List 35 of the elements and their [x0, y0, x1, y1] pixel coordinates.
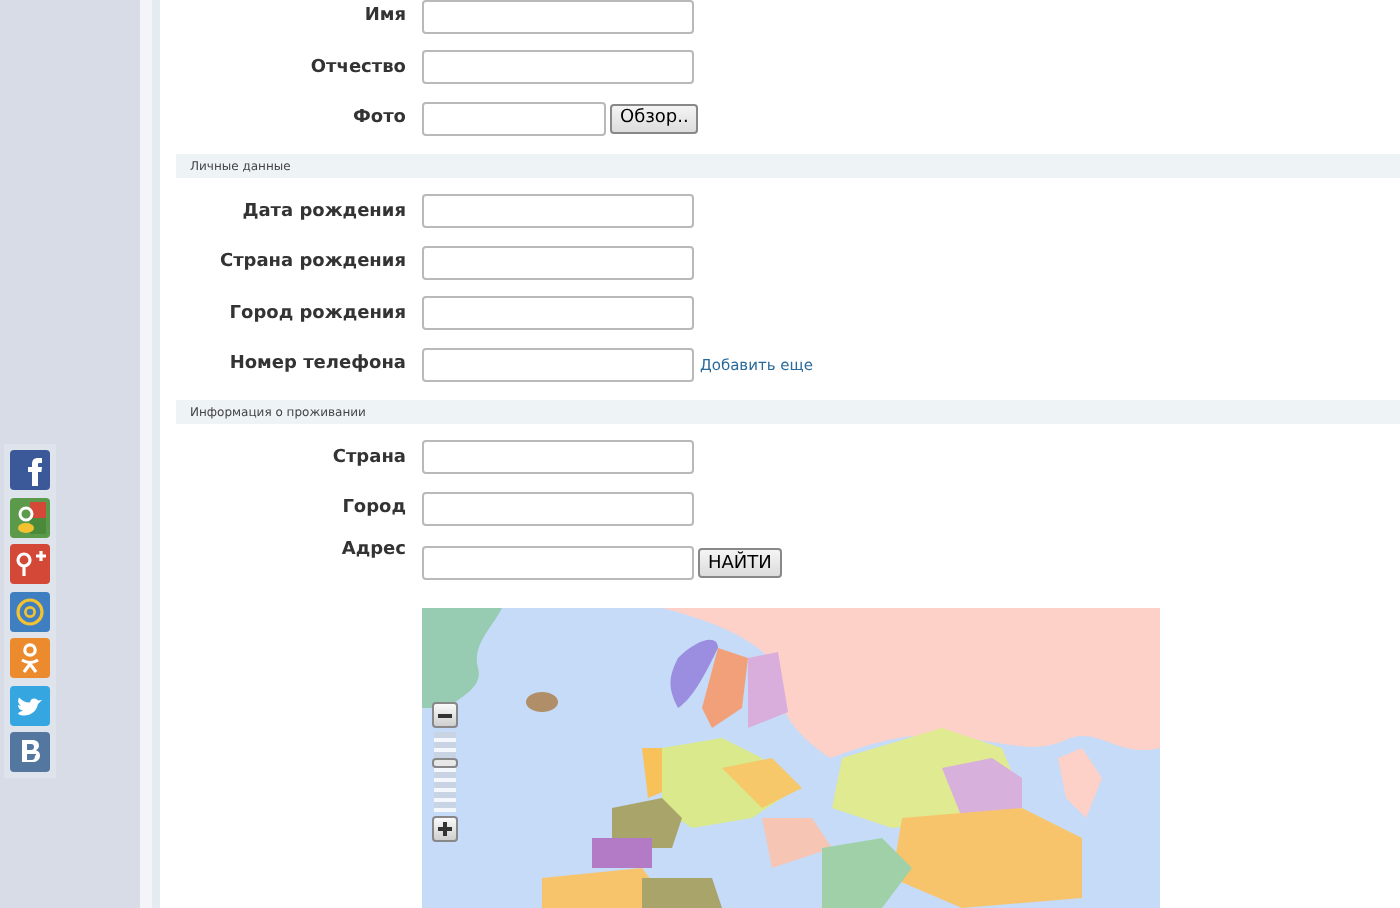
zoom-in-button[interactable] [432, 816, 458, 842]
google-icon[interactable] [10, 497, 50, 537]
input-field[interactable] [422, 440, 694, 475]
input-field[interactable] [422, 194, 694, 229]
twitter-icon[interactable] [10, 685, 50, 725]
input-field[interactable] [422, 546, 694, 580]
input-field[interactable] [422, 245, 694, 280]
field-label: Адрес [339, 538, 408, 560]
field-label: Имя [362, 6, 408, 27]
field-label: Страна рождения [217, 252, 408, 273]
field-label: Фото [350, 108, 408, 129]
browse-button[interactable]: Обзор.. [610, 103, 699, 134]
input-field[interactable] [422, 491, 694, 526]
field-label: Город [340, 498, 408, 519]
input-field[interactable] [422, 296, 694, 331]
zoom-out-button[interactable] [432, 702, 458, 728]
file-field[interactable] [422, 101, 606, 136]
minus-icon [438, 713, 452, 717]
vk-icon[interactable] [10, 732, 50, 772]
field-label: Страна [330, 447, 408, 468]
zoom-slider-thumb[interactable] [432, 757, 458, 768]
field-label: Город рождения [227, 303, 408, 324]
field-label: Отчество [308, 57, 408, 78]
input-field[interactable] [422, 347, 694, 382]
find-button[interactable]: НАЙТИ [698, 548, 782, 578]
mail-icon[interactable] [10, 591, 50, 631]
field-label: Номер телефона [227, 354, 408, 375]
googleplus-icon[interactable] [10, 544, 50, 584]
field-label: Дата рождения [240, 201, 408, 222]
input-field[interactable] [422, 50, 694, 85]
plus-icon [438, 822, 452, 836]
input-field[interactable] [422, 0, 694, 34]
odnoklassniki-icon[interactable] [10, 638, 50, 678]
facebook-icon[interactable] [10, 450, 50, 490]
zoom-slider[interactable] [434, 732, 456, 812]
